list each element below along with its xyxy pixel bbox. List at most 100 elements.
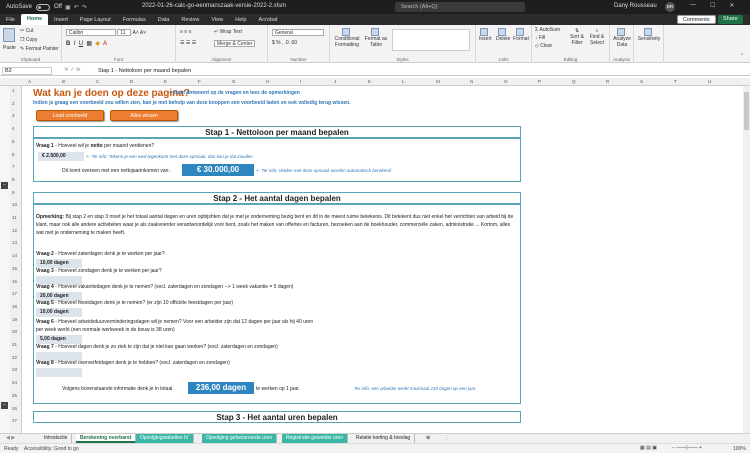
row-header-3[interactable]: 3 xyxy=(12,113,15,118)
row-header-11[interactable]: 11 xyxy=(12,215,17,220)
analyze-data-button[interactable]: Analyze Data xyxy=(613,28,631,48)
copy-button[interactable]: ❐ Copy xyxy=(20,37,38,43)
column-header-m[interactable]: M xyxy=(436,79,440,84)
percent-icon[interactable]: $ % ‚ .0 .00 xyxy=(272,40,297,46)
column-header-o[interactable]: O xyxy=(504,79,508,84)
sensitivity-button[interactable]: Sensitivity xyxy=(637,28,661,42)
grow-font-icon[interactable]: A˄ xyxy=(133,30,139,36)
row-header-10[interactable]: 10 xyxy=(12,202,17,207)
add-sheet-icon[interactable]: ⊕ xyxy=(422,434,434,443)
tab-home[interactable]: Home xyxy=(20,14,49,25)
worksheet[interactable]: Wat kan je doen op deze pagina? -> Geef … xyxy=(22,86,750,433)
save-icon[interactable]: ▣ xyxy=(65,4,71,11)
row-header-23[interactable]: 23 xyxy=(12,367,17,372)
formula-input[interactable]: Stap 1 - Nettoloon per maand bepalen xyxy=(98,67,191,75)
close-icon[interactable]: ✕ xyxy=(729,2,734,9)
maximize-icon[interactable]: ☐ xyxy=(710,2,715,9)
sheet-tab-relatie[interactable]: Relatie korting & toeslag xyxy=(352,434,416,443)
row-header-22[interactable]: 22 xyxy=(12,355,17,360)
insert-cells-button[interactable]: Insert xyxy=(479,28,492,42)
row-header-27[interactable]: 27 xyxy=(12,418,17,423)
row-header-14[interactable]: 14 xyxy=(12,253,17,258)
shrink-font-icon[interactable]: A˅ xyxy=(140,30,146,36)
column-header-j[interactable]: J xyxy=(334,79,336,84)
format-cells-button[interactable]: Format xyxy=(513,28,529,42)
row-header-8[interactable]: 8 xyxy=(12,177,15,182)
tab-page-layout[interactable]: Page Layout xyxy=(74,17,117,23)
column-header-n[interactable]: N xyxy=(470,79,473,84)
number-format-select[interactable]: General xyxy=(272,29,324,36)
tab-review[interactable]: Review xyxy=(175,17,205,23)
row-header-5[interactable]: 5 xyxy=(12,139,15,144)
column-header-h[interactable]: H xyxy=(266,79,269,84)
column-header-c[interactable]: C xyxy=(96,79,99,84)
answer-2-input[interactable]: 10,00 dagen xyxy=(36,259,82,268)
font-name-select[interactable]: Calibri xyxy=(66,29,116,36)
bold-icon[interactable]: B xyxy=(66,41,70,47)
column-header-k[interactable]: K xyxy=(368,79,371,84)
wrap-text-button[interactable]: ↵ Wrap Text xyxy=(214,29,242,35)
paste-button[interactable]: Paste xyxy=(3,45,16,51)
tab-help[interactable]: Help xyxy=(229,17,252,23)
row-header-6[interactable]: 6 xyxy=(12,152,15,157)
sheet-nav-icon[interactable]: ◀ ▶ xyxy=(2,434,19,443)
column-header-l[interactable]: L xyxy=(402,79,405,84)
borders-icon[interactable]: ▦ xyxy=(86,41,92,47)
merge-center-button[interactable]: Merge & Center xyxy=(214,40,256,47)
cell-styles-gallery[interactable] xyxy=(392,29,470,51)
autosum-button[interactable]: Σ AutoSum xyxy=(535,27,560,33)
tab-view[interactable]: View xyxy=(205,17,229,23)
row-header-1[interactable]: 1 xyxy=(12,88,15,93)
sheet-tab-introductie[interactable]: Introductie xyxy=(40,434,73,443)
accessibility-status[interactable]: Accessibility: Good to go xyxy=(24,446,79,452)
comments-button[interactable]: Comments xyxy=(677,15,716,24)
minimize-icon[interactable]: — xyxy=(690,2,696,9)
row-header-9[interactable]: 9 xyxy=(12,190,15,195)
zoom-level[interactable]: 100% xyxy=(733,446,746,452)
load-example-button[interactable]: Load voorbeeld xyxy=(36,110,104,121)
clear-all-button[interactable]: Alles wissen xyxy=(110,110,178,121)
column-header-q[interactable]: Q xyxy=(572,79,576,84)
format-as-table-button[interactable]: Format as Table xyxy=(363,28,389,48)
ribbon-collapse-icon[interactable]: ⌃ xyxy=(740,53,744,59)
row-header-2[interactable]: 2 xyxy=(12,101,15,106)
row-header-7[interactable]: 7 xyxy=(12,164,15,169)
sheet-tab-registratie[interactable]: Registratie gewerkte uren xyxy=(282,434,348,443)
sheet-tab-berekening[interactable]: Berekening overbaret xyxy=(76,434,137,443)
paste-icon[interactable] xyxy=(3,28,17,42)
delete-cells-button[interactable]: Delete xyxy=(496,28,510,42)
row-header-13[interactable]: 13 xyxy=(12,240,17,245)
row-header-24[interactable]: 24 xyxy=(12,380,17,385)
search-box[interactable]: Search (Alt+Q) xyxy=(395,2,525,12)
conditional-formatting-button[interactable]: Conditional Formatting xyxy=(333,28,361,48)
column-header-r[interactable]: R xyxy=(606,79,609,84)
vertical-scrollbar[interactable] xyxy=(743,86,750,433)
sheet-tab-opvolging-uren[interactable]: Opvolging gefactureerde uren xyxy=(202,434,278,443)
column-header-g[interactable]: G xyxy=(232,79,236,84)
sheet-tab-opvolgingstabellen[interactable]: Opvolgingstabellen IV xyxy=(136,434,194,443)
fx-icon[interactable]: ✕ ✓ fx xyxy=(64,67,81,73)
tab-data[interactable]: Data xyxy=(152,17,176,23)
row-header-25[interactable]: 25 xyxy=(12,393,17,398)
scrollbar-thumb[interactable] xyxy=(744,92,749,130)
cut-button[interactable]: ✂ Cut xyxy=(20,28,33,34)
redo-icon[interactable]: ↷ xyxy=(82,4,87,11)
column-header-a[interactable]: A xyxy=(28,79,31,84)
row-header-19[interactable]: 19 xyxy=(12,317,17,322)
zoom-slider[interactable]: − ——|—— + xyxy=(672,445,702,451)
avatar[interactable]: DR xyxy=(665,2,675,12)
row-header-18[interactable]: 18 xyxy=(12,304,17,309)
tab-formulas[interactable]: Formulas xyxy=(117,17,152,23)
collapse-group-icon[interactable]: − xyxy=(1,402,8,409)
fill-color-icon[interactable]: ◆ xyxy=(95,41,100,47)
tab-file[interactable]: File xyxy=(0,17,21,23)
column-header-u[interactable]: U xyxy=(708,79,711,84)
row-header-16[interactable]: 16 xyxy=(12,279,17,284)
column-header-p[interactable]: P xyxy=(538,79,541,84)
answer-6-input[interactable]: 5,00 dagen xyxy=(36,335,82,344)
answer-5-input[interactable]: 10,00 dagen xyxy=(36,308,82,317)
more-icon[interactable]: ⋮ xyxy=(440,434,453,443)
row-header-20[interactable]: 20 xyxy=(12,329,17,334)
answer-1-input[interactable]: € 2.500,00 xyxy=(38,152,84,161)
undo-icon[interactable]: ↶ xyxy=(74,4,79,11)
